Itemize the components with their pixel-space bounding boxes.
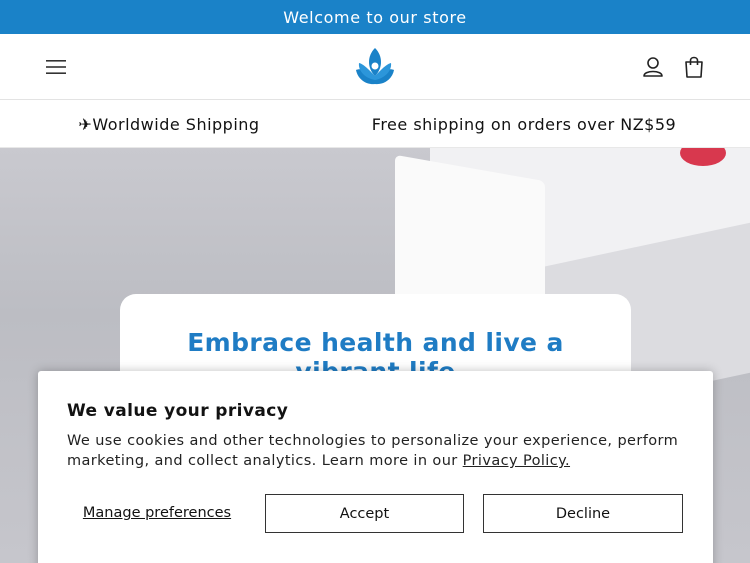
cart-button[interactable] <box>681 54 707 80</box>
announcement-bar: Welcome to our store <box>0 0 750 34</box>
privacy-policy-link[interactable]: Privacy Policy. <box>463 453 570 469</box>
lotus-logo-icon <box>356 48 394 85</box>
decline-button[interactable]: Decline <box>483 494 683 533</box>
menu-button[interactable] <box>44 56 68 78</box>
shipping-info-bar: ✈Worldwide Shipping Free shipping on ord… <box>0 100 750 148</box>
cookie-consent-banner: We value your privacy We use cookies and… <box>38 371 713 563</box>
cookie-banner-text: We use cookies and other technologies to… <box>67 431 687 471</box>
hamburger-menu-icon <box>46 60 66 74</box>
account-button[interactable] <box>640 54 666 80</box>
cookie-banner-title: We value your privacy <box>67 401 289 421</box>
announcement-text: Welcome to our store <box>283 7 467 27</box>
cookie-banner-body: We use cookies and other technologies to… <box>67 433 679 469</box>
site-header <box>0 34 750 100</box>
accept-button[interactable]: Accept <box>265 494 464 533</box>
user-account-icon <box>643 57 663 77</box>
free-shipping-text: Free shipping on orders over NZ$59 <box>371 114 677 134</box>
manage-preferences-button[interactable]: Manage preferences <box>68 494 246 532</box>
worldwide-shipping-text: ✈Worldwide Shipping <box>78 114 260 134</box>
shopping-bag-icon <box>685 56 703 78</box>
store-logo[interactable] <box>352 46 398 88</box>
